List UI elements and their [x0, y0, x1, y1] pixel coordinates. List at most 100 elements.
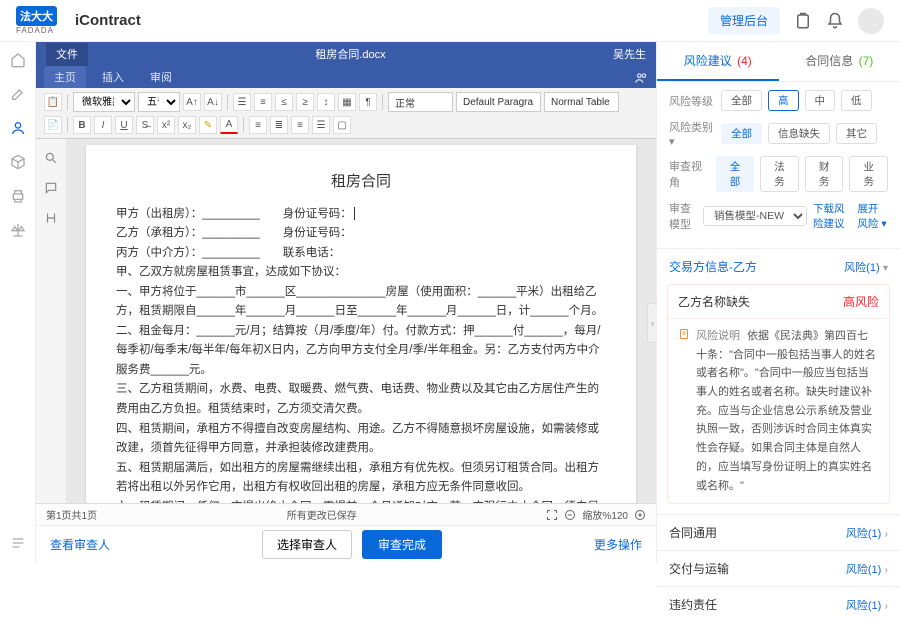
logo-sub: FADADA: [16, 26, 57, 35]
risk-level-low[interactable]: 低: [841, 90, 872, 111]
align-center-icon[interactable]: ≣: [270, 116, 288, 134]
increase-font-icon[interactable]: A↑: [183, 93, 201, 111]
comment-icon[interactable]: [44, 181, 58, 195]
bell-icon[interactable]: [826, 12, 844, 30]
risk-type-all[interactable]: 全部: [721, 123, 762, 144]
decrease-font-icon[interactable]: A↓: [204, 93, 222, 111]
review-view-finance[interactable]: 财务: [805, 156, 844, 192]
review-view-legal[interactable]: 法务: [760, 156, 799, 192]
font-size-select[interactable]: 五号: [138, 92, 180, 112]
statusbar: 第1页共1页 所有更改已保存 缩放%120: [36, 503, 656, 525]
risk-text: 依据《民法典》第四百七十条："合同中一般包括当事人的姓名或者名称"。"合同中一般…: [696, 330, 876, 492]
menu-collapse-icon[interactable]: [10, 535, 26, 551]
copy-icon[interactable]: 📋: [44, 93, 62, 111]
search-icon[interactable]: [44, 151, 58, 165]
risk-level-label: 风险等级: [669, 93, 715, 109]
risk-type-missing[interactable]: 信息缺失: [768, 123, 830, 144]
tab-risk-suggestions[interactable]: 风险建议 (4): [657, 42, 779, 81]
highlight-icon[interactable]: ✎: [199, 116, 217, 134]
paste-icon[interactable]: 📄: [44, 116, 62, 134]
paragraph-style-box[interactable]: 正常: [388, 92, 453, 112]
editor-user: 吴先生: [613, 46, 646, 62]
cube-icon[interactable]: [10, 154, 26, 170]
zoom-in-icon[interactable]: [634, 509, 646, 521]
share-users-icon[interactable]: [634, 71, 648, 85]
font-color-icon[interactable]: A: [220, 116, 238, 134]
font-family-select[interactable]: 微软雅黑: [73, 92, 135, 112]
doc-warning-icon: [678, 328, 690, 340]
table-style-box[interactable]: Normal Table: [544, 92, 619, 112]
collapse-panel-handle[interactable]: ›: [647, 303, 657, 343]
editor-titlebar: 文件 租房合同.docx 吴先生: [36, 42, 656, 66]
tab-contract-info[interactable]: 合同信息 (7): [779, 42, 900, 81]
review-view-label: 审查视角: [669, 158, 710, 190]
risk-type-label: 风险类别▾: [669, 119, 715, 148]
align-left-icon[interactable]: ≡: [249, 116, 267, 134]
document-scroll[interactable]: 租房合同 甲方（出租房）：_________ 身份证号码： 乙方（承租方）：__…: [66, 139, 656, 503]
section-delivery[interactable]: 交付与运输 风险(1) ›: [657, 550, 900, 586]
align-justify-icon[interactable]: ☰: [312, 116, 330, 134]
review-model-select[interactable]: 销售模型-NEW: [703, 206, 807, 226]
panel-tabs: 风险建议 (4) 合同信息 (7): [657, 42, 900, 82]
zoom-level: 缩放%120: [582, 507, 628, 522]
review-view-all[interactable]: 全部: [716, 156, 755, 192]
bold-icon[interactable]: B: [73, 116, 91, 134]
tab-home[interactable]: 主页: [44, 66, 86, 88]
save-status: 所有更改已保存: [97, 507, 546, 522]
download-risks-link[interactable]: 下载风险建议: [813, 201, 851, 231]
risk-level-mid[interactable]: 中: [805, 90, 836, 111]
zoom-out-icon[interactable]: [564, 509, 576, 521]
document-page[interactable]: 租房合同 甲方（出租房）：_________ 身份证号码： 乙方（承租方）：__…: [86, 145, 636, 503]
risk-name: 乙方名称缺失: [678, 293, 750, 310]
risk-level-high[interactable]: 高: [768, 90, 799, 111]
superscript-icon[interactable]: x²: [157, 116, 175, 134]
scale-icon[interactable]: [10, 222, 26, 238]
indent-icon[interactable]: ≥: [296, 93, 314, 111]
person-icon[interactable]: [10, 120, 26, 136]
select-reviewer-button[interactable]: 选择审查人: [262, 530, 352, 559]
bottom-action-bar: 查看审查人 选择审查人 审查完成 更多操作: [36, 525, 656, 563]
review-view-business[interactable]: 业务: [849, 156, 888, 192]
heading-icon[interactable]: [44, 211, 58, 225]
fit-width-icon[interactable]: [546, 509, 558, 521]
document-filename: 租房合同.docx: [88, 46, 613, 62]
border-icon[interactable]: ▢: [333, 116, 351, 134]
home-icon[interactable]: [10, 52, 26, 68]
more-operations-link[interactable]: 更多操作: [594, 536, 642, 553]
italic-icon[interactable]: I: [94, 116, 112, 134]
tab-review[interactable]: 审阅: [140, 66, 182, 88]
file-menu-tab[interactable]: 文件: [46, 43, 88, 67]
edit-icon[interactable]: [10, 86, 26, 102]
tab-insert[interactable]: 插入: [92, 66, 134, 88]
clipboard-icon[interactable]: [794, 12, 812, 30]
chevron-right-icon: ›: [885, 565, 888, 576]
default-paragraph-box[interactable]: Default Paragra: [456, 92, 541, 112]
shading-icon[interactable]: ▦: [338, 93, 356, 111]
printer-icon[interactable]: [10, 188, 26, 204]
top-header: 法大大 FADADA iContract 管理后台: [0, 0, 900, 42]
align-right-icon[interactable]: ≡: [291, 116, 309, 134]
section-general[interactable]: 合同通用 风险(1) ›: [657, 514, 900, 550]
avatar[interactable]: [858, 8, 884, 34]
risk-level-all[interactable]: 全部: [721, 90, 762, 111]
section-party-info[interactable]: 交易方信息-乙方 风险(1) ▾: [657, 248, 900, 284]
underline-icon[interactable]: U: [115, 116, 133, 134]
risk-level-badge: 高风险: [843, 293, 879, 310]
risk-type-other[interactable]: 其它: [836, 123, 877, 144]
risk-card[interactable]: 乙方名称缺失 高风险 风险说明 依据《民法典》第四百七十条："合同中一般包括当事…: [667, 284, 890, 504]
line-spacing-icon[interactable]: ↕: [317, 93, 335, 111]
expand-risks-link[interactable]: 展开风险 ▾: [857, 201, 888, 231]
subscript-icon[interactable]: x₂: [178, 116, 196, 134]
outdent-icon[interactable]: ≤: [275, 93, 293, 111]
text-cursor: [354, 207, 355, 220]
section-breach[interactable]: 违约责任 风险(1) ›: [657, 586, 900, 622]
editor-side-rail: [36, 139, 66, 503]
bullet-list-icon[interactable]: ☰: [233, 93, 251, 111]
finish-review-button[interactable]: 审查完成: [362, 530, 442, 559]
number-list-icon[interactable]: ≡: [254, 93, 272, 111]
strike-icon[interactable]: S̶: [136, 116, 154, 134]
editor-column: 文件 租房合同.docx 吴先生 主页 插入 审阅 📋 微软雅黑 五号 A↑ A…: [36, 42, 656, 563]
admin-backend-button[interactable]: 管理后台: [708, 7, 780, 34]
view-reviewers-link[interactable]: 查看审查人: [50, 536, 110, 553]
show-marks-icon[interactable]: ¶: [359, 93, 377, 111]
